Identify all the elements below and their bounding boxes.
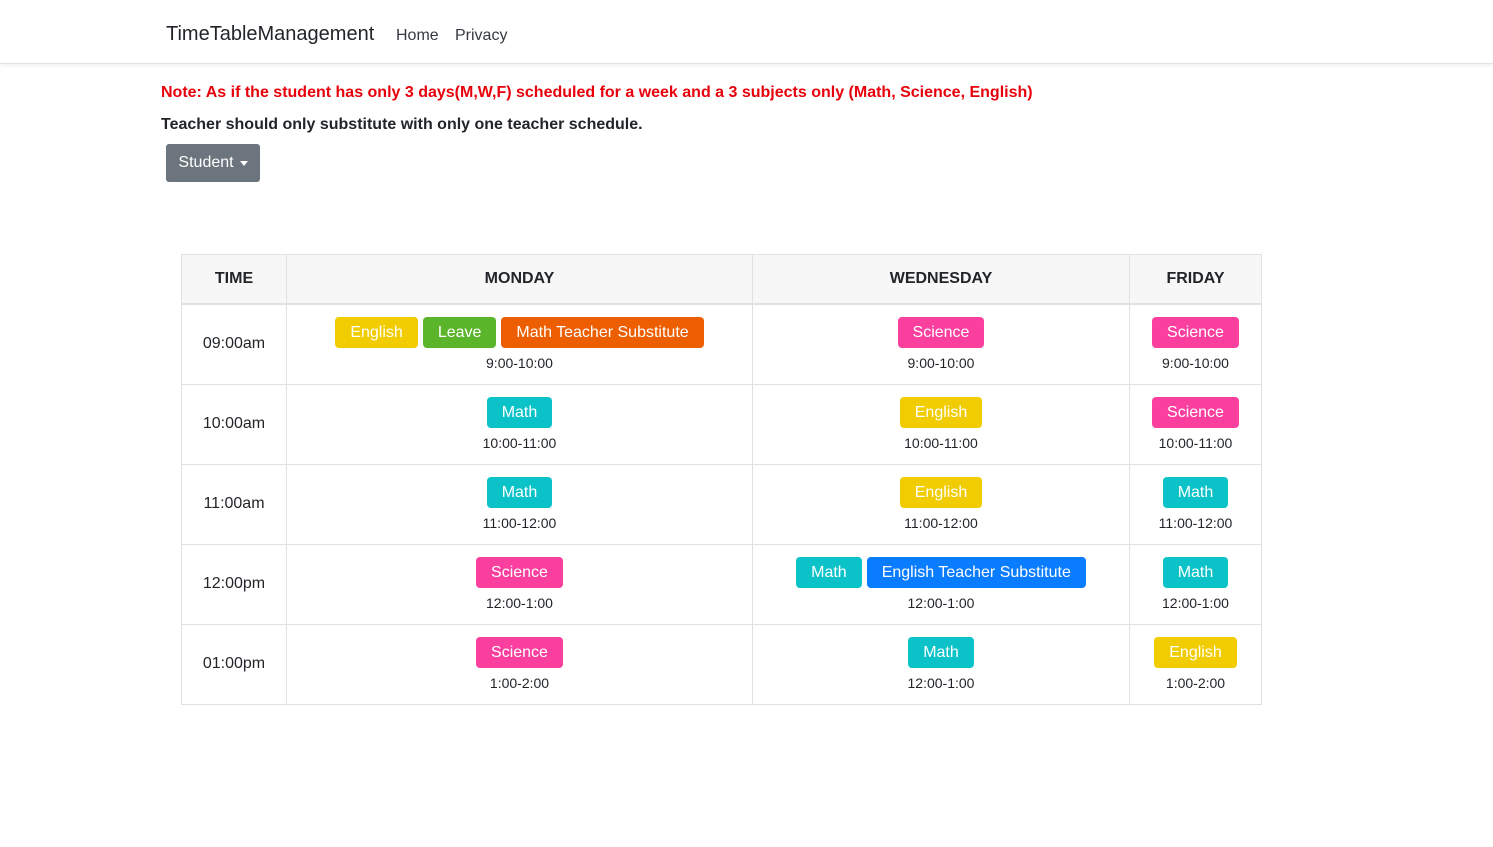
badge-group: Math English Teacher Substitute [753,557,1129,588]
english-teacher-substitute-badge[interactable]: English Teacher Substitute [866,557,1086,588]
time-range: 12:00-1:00 [907,675,975,691]
english-badge[interactable]: English [1154,637,1237,668]
time-cell: 01:00pm [181,623,287,705]
table-row: 10:00am Math 10:00-11:00 English 10:00-11:00… [181,383,1262,465]
schedule-cell-wednesday: Science 9:00-10:00 [752,303,1130,385]
badge-group: Science [287,637,752,668]
time-range: 11:00-12:00 [1158,515,1233,531]
science-badge[interactable]: Science [897,317,985,349]
caret-down-icon [239,160,248,166]
time-cell: 10:00am [181,383,287,465]
math-badge[interactable]: Math [908,637,974,668]
badge-group: Math [753,637,1129,668]
math-badge[interactable]: Math [796,557,862,588]
time-range: 10:00-11:00 [1158,435,1233,451]
time-range: 11:00-12:00 [482,515,557,531]
math-badge[interactable]: Math [1162,477,1229,508]
schedule-cell-wednesday: Math English Teacher Substitute 12:00-1:00 [752,543,1130,625]
time-range: 1:00-2:00 [1165,675,1226,691]
math-teacher-substitute-badge[interactable]: Math Teacher Substitute [501,317,704,349]
badge-group: Science [287,557,752,588]
schedule-cell-wednesday: English 11:00-12:00 [752,463,1130,545]
schedule-cell-monday: Science 1:00-2:00 [286,623,753,705]
schedule-cell-friday: Science 10:00-11:00 [1129,383,1262,465]
badge-group: English [753,477,1129,508]
schedule-cell-monday: Science 12:00-1:00 [286,543,753,625]
time-range: 12:00-1:00 [1162,595,1229,611]
role-dropdown-label: Student [178,154,234,171]
time-range: 9:00-10:00 [486,355,553,372]
math-badge[interactable]: Math [486,477,553,508]
schedule-cell-friday: English 1:00-2:00 [1129,623,1262,705]
schedule-cell-friday: Math 12:00-1:00 [1129,543,1262,625]
math-badge[interactable]: Math [486,397,553,428]
schedule-cell-wednesday: English 10:00-11:00 [752,383,1130,465]
role-dropdown-button[interactable]: Student [166,144,260,182]
math-badge[interactable]: Math [1162,557,1229,588]
timetable: TIME MONDAY WEDNESDAY FRIDAY 09:00am Engl… [181,254,1262,705]
schedule-cell-monday: English Leave Math Teacher Substitute 9:00-… [286,303,753,385]
time-range: 9:00-10:00 [907,355,975,372]
science-badge[interactable]: Science [1152,317,1239,349]
badge-group: Math [1130,477,1261,508]
science-badge[interactable]: Science [476,557,563,588]
table-row: 11:00am Math 11:00-12:00 English 11:00-12:00… [181,463,1262,545]
schedule-cell-friday: Science 9:00-10:00 [1129,303,1262,385]
schedule-cell-monday: Math 11:00-12:00 [286,463,753,545]
header-time: TIME [181,254,287,305]
badge-group: English [753,397,1129,428]
badge-group: Science [1130,317,1261,349]
subnote-text: Teacher should only substitute with only… [161,116,643,133]
table-row: 01:00pm Science 1:00-2:00 Math 12:00-1:00 Eng… [181,623,1262,705]
time-range: 12:00-1:00 [486,595,553,611]
timetable-header-row: TIME MONDAY WEDNESDAY FRIDAY [181,254,1262,305]
science-badge[interactable]: Science [476,637,563,668]
header-monday: MONDAY [286,254,753,305]
time-cell: 12:00pm [181,543,287,625]
time-range: 10:00-11:00 [904,435,978,451]
header-wednesday: WEDNESDAY [752,254,1130,305]
science-badge[interactable]: Science [1152,397,1239,428]
time-range: 11:00-12:00 [904,515,978,531]
table-row: 09:00am English Leave Math Teacher Substitu… [181,303,1262,385]
english-badge[interactable]: English [899,397,983,428]
leave-badge[interactable]: Leave [422,317,497,349]
time-range: 12:00-1:00 [907,595,975,611]
nav-home-link[interactable]: Home [396,27,439,45]
table-row: 12:00pm Science 12:00-1:00 Math English Teac… [181,543,1262,625]
badge-group: Math [287,397,752,428]
badge-group: English [1130,637,1261,668]
time-range: 10:00-11:00 [482,435,557,451]
time-range: 1:00-2:00 [489,675,550,691]
english-badge[interactable]: English [335,317,418,349]
time-range: 9:00-10:00 [1162,355,1229,372]
english-badge[interactable]: English [899,477,983,508]
badge-group: Science [1130,397,1261,428]
schedule-cell-friday: Math 11:00-12:00 [1129,463,1262,545]
badge-group: Math [1130,557,1261,588]
navbar: TimeTableManagement Home Privacy [0,0,1493,64]
time-cell: 09:00am [181,303,287,385]
header-friday: FRIDAY [1129,254,1262,305]
schedule-cell-wednesday: Math 12:00-1:00 [752,623,1130,705]
badge-group: English Leave Math Teacher Substitute [287,317,752,349]
brand-link[interactable]: TimeTableManagement [166,23,374,46]
schedule-cell-monday: Math 10:00-11:00 [286,383,753,465]
note-text: Note: As if the student has only 3 days(… [161,84,1033,101]
badge-group: Math [287,477,752,508]
badge-group: Science [753,317,1129,349]
time-cell: 11:00am [181,463,287,545]
nav-privacy-link[interactable]: Privacy [455,27,507,45]
